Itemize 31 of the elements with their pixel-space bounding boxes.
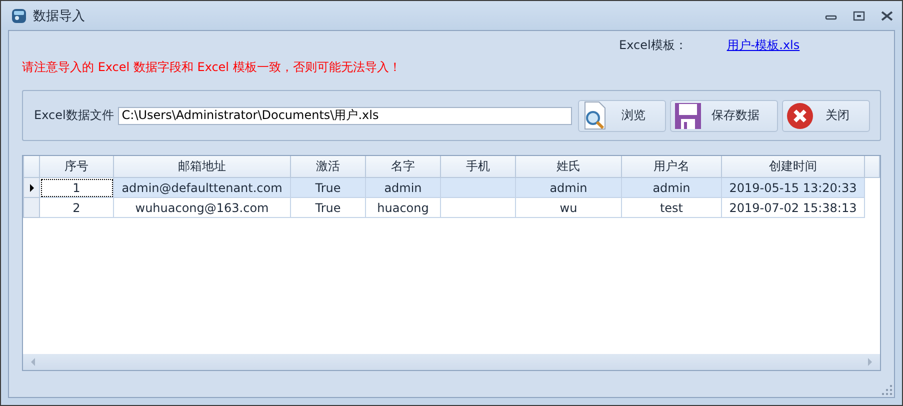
table-cell: wuhuacong@163.com [114, 198, 290, 218]
column-header[interactable]: 手机 [440, 156, 516, 178]
table-cell: True [290, 198, 366, 218]
table-cell: admin@defaulttenant.com [114, 178, 290, 198]
table-cell: admin [366, 178, 440, 198]
column-header[interactable]: 用户名 [622, 156, 722, 178]
table-cell: True [290, 178, 366, 198]
column-header[interactable]: 创建时间 [722, 156, 864, 178]
file-label: Excel数据文件 [34, 107, 114, 124]
table-cell: 2019-07-02 15:38:13 [722, 198, 864, 218]
table-cell: 2019-05-15 13:20:33 [722, 178, 864, 198]
file-path-field[interactable]: C:\Users\Administrator\Documents\用户.xls [118, 106, 572, 124]
table-cell: wu [516, 198, 622, 218]
table-cell: admin [622, 178, 722, 198]
template-label: Excel模板： [619, 36, 687, 54]
column-header[interactable]: 名字 [366, 156, 440, 178]
close-button[interactable]: 关闭 [782, 100, 870, 132]
browse-button[interactable]: 浏览 [578, 100, 666, 132]
template-link[interactable]: 用户-模板.xls [726, 36, 800, 54]
column-header[interactable]: 邮箱地址 [114, 156, 290, 178]
table-cell: 2 [40, 198, 114, 218]
window-title: 数据导入 [33, 8, 85, 24]
column-header[interactable]: 序号 [40, 156, 114, 178]
table-cell: 1 [40, 178, 114, 198]
table-cell: admin [516, 178, 622, 198]
save-button[interactable]: 保存数据 [670, 100, 778, 132]
column-header[interactable]: 激活 [290, 156, 366, 178]
table-cell: test [622, 198, 722, 218]
table-cell: huacong [366, 198, 440, 218]
column-header[interactable]: 姓氏 [516, 156, 622, 178]
warning-message: 请注意导入的 Excel 数据字段和 Excel 模板一致，否则可能无法导入！ [22, 59, 402, 76]
